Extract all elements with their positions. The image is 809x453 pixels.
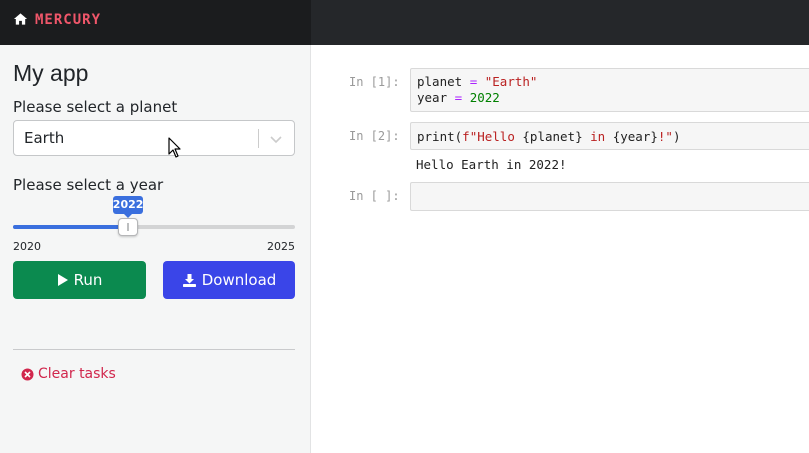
brand-logo: MERCURY — [35, 12, 102, 28]
download-button-label: Download — [201, 271, 277, 289]
code-token: print — [417, 129, 455, 144]
top-bar: MERCURY — [0, 0, 809, 45]
planet-select-value: Earth — [24, 129, 65, 147]
code-token: 2022 — [469, 90, 500, 105]
cell-prompt: In [ ]: — [349, 189, 400, 203]
code-cell-2[interactable]: print(f"Hello {planet} in {year}!") — [410, 122, 809, 150]
run-button[interactable]: Run — [13, 261, 146, 299]
year-slider-max: 2025 — [267, 240, 295, 253]
download-icon — [182, 273, 196, 287]
download-button[interactable]: Download — [163, 261, 295, 299]
chevron-down-icon[interactable] — [268, 131, 284, 147]
year-slider-handle[interactable] — [117, 218, 138, 236]
code-token: = — [469, 74, 478, 89]
code-token: ) — [672, 129, 681, 144]
sidebar-divider — [13, 349, 295, 350]
planet-select[interactable]: Earth — [13, 120, 295, 156]
year-label: Please select a year — [13, 176, 164, 194]
code-token: = — [454, 90, 463, 105]
year-slider-fill — [13, 225, 128, 229]
brand-area[interactable]: MERCURY — [0, 0, 311, 45]
code-token: {year} — [612, 129, 658, 144]
year-slider-value: 2022 — [112, 196, 143, 218]
mouse-cursor-icon — [168, 137, 181, 158]
year-slider-min: 2020 — [13, 240, 41, 253]
code-token: year — [417, 90, 455, 105]
cell-prompt: In [2]: — [349, 129, 400, 143]
code-cell-1[interactable]: planet = "Earth" year = 2022 — [410, 68, 809, 112]
code-line: planet = "Earth" — [417, 74, 537, 89]
code-token: f"Hello — [462, 129, 523, 144]
planet-label: Please select a planet — [13, 98, 178, 116]
select-separator — [258, 129, 259, 148]
run-button-label: Run — [73, 271, 103, 289]
code-token: !" — [657, 129, 673, 144]
close-circle-icon — [21, 368, 34, 380]
code-token: "Earth" — [484, 74, 538, 89]
app-title: My app — [13, 60, 89, 86]
clear-tasks-label: Clear tasks — [38, 366, 116, 382]
play-icon — [57, 274, 68, 286]
code-token: in — [582, 129, 613, 144]
clear-tasks-link[interactable]: Clear tasks — [21, 366, 116, 382]
code-token: planet — [417, 74, 470, 89]
code-cell-3[interactable] — [410, 182, 809, 211]
home-icon — [13, 13, 28, 25]
code-line: print(f"Hello {planet} in {year}!") — [417, 129, 680, 144]
cell-prompt: In [1]: — [349, 75, 400, 89]
code-token: {planet} — [522, 129, 583, 144]
cell-output: Hello Earth in 2022! — [416, 157, 567, 172]
code-line: year = 2022 — [417, 90, 500, 105]
